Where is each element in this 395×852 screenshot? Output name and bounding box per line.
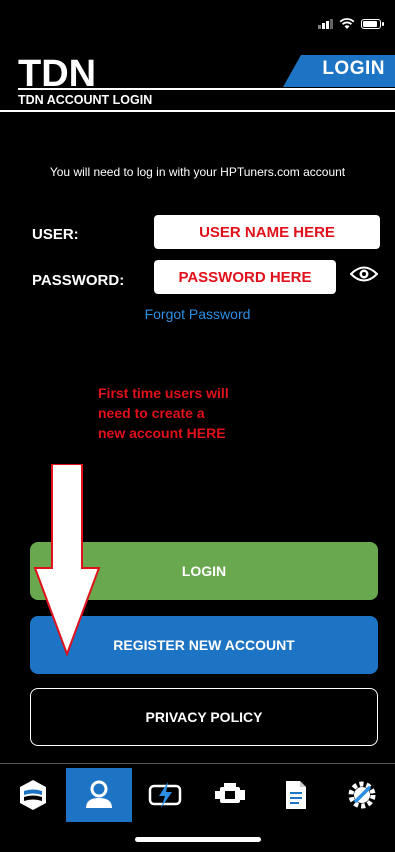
annotation-arrow [33,464,101,656]
signal-icon [318,19,333,29]
home-indicator[interactable] [135,837,261,842]
user-label: USER: [32,226,79,243]
nav-item-devices[interactable] [132,768,198,822]
subtitle-divider [0,110,395,112]
status-bar [318,18,384,30]
nav-item-documents[interactable] [263,768,329,822]
header-divider [18,88,395,90]
nav-item-engine[interactable] [197,768,263,822]
username-input[interactable] [154,215,380,249]
login-tab: LOGIN [322,58,385,79]
tdn-logo: TDN [18,53,96,92]
bottom-nav [0,768,395,822]
nav-item-home[interactable] [0,768,66,822]
password-label: PASSWORD: [32,272,125,289]
nav-item-account[interactable] [65,768,132,822]
privacy-policy-button[interactable]: PRIVACY POLICY [30,688,378,746]
register-annotation: First time users will need to create a n… [98,383,318,443]
user-icon [85,780,112,808]
engine-icon [215,783,246,803]
annotation-line: need to create a [98,405,205,421]
shield-logo-icon [19,780,46,810]
eye-icon[interactable] [350,265,378,283]
lightning-device-icon [148,782,181,808]
settings-wrench-icon [348,781,376,809]
document-icon [286,781,307,809]
nav-item-settings[interactable] [329,768,395,822]
page-subtitle: TDN ACCOUNT LOGIN [18,93,153,107]
password-input[interactable] [154,260,336,294]
login-info-text: You will need to log in with your HPTune… [49,165,346,179]
annotation-line: First time users will [98,385,229,401]
wifi-icon [339,18,355,29]
nav-divider [0,763,395,764]
annotation-line: new account HERE [98,425,226,441]
battery-icon [361,19,384,29]
svg-text:TDN: TDN [18,53,96,92]
forgot-password-link[interactable]: Forgot Password [0,306,395,322]
